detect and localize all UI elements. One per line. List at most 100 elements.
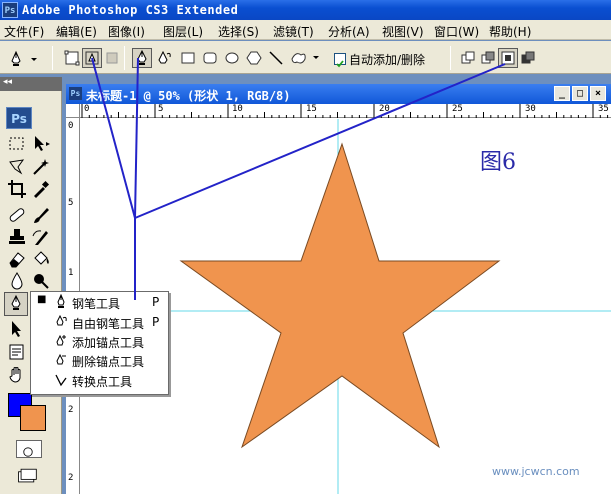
eraser-tool[interactable] [6,248,28,270]
fill-pixels-icon [106,52,118,64]
checkmark-icon [336,60,344,68]
custom-shape-option[interactable] [288,48,322,68]
brush-icon [34,208,49,223]
menu-layer[interactable]: 图层(L) [163,23,203,40]
arrow-icon [12,321,21,337]
lasso-icon [9,159,25,175]
history-brush-tool[interactable] [30,226,52,248]
rectangle-icon [181,52,195,64]
hand-tool[interactable] [6,364,28,386]
toolbox-header[interactable]: ◂◂ [0,77,62,91]
flyout-item-pen[interactable]: ■ 钢笔工具 P [31,293,168,311]
quick-mask-button[interactable] [16,440,42,458]
paint-bucket-tool[interactable] [30,248,52,270]
ellipse-option[interactable] [222,48,242,68]
menu-filter[interactable]: 滤镜(T) [273,23,314,40]
clone-stamp-tool[interactable] [6,226,28,248]
move-tool[interactable] [30,133,52,155]
document-icon: Ps [69,87,82,100]
ruler-origin[interactable] [66,104,80,118]
figure-label: 图6 [480,150,516,175]
rectangle-shape-option[interactable] [178,48,198,68]
shortcut-key: P [152,295,160,309]
flyout-item-add-anchor[interactable]: 添加锚点工具 [31,332,168,350]
crop-icon [8,180,26,198]
magic-wand-tool[interactable] [30,156,52,178]
crop-tool[interactable] [6,178,28,200]
ruler-v-label: 2 [68,473,74,483]
tool-preset-picker[interactable] [6,48,40,68]
close-button[interactable]: × [590,86,606,101]
add-to-shape-area-button[interactable] [458,48,478,68]
shape-layers-icon [64,50,80,66]
custom-shape-icon [291,53,319,64]
menu-view[interactable]: 视图(V) [382,23,424,40]
menu-select[interactable]: 选择(S) [218,23,259,40]
menu-image[interactable]: 图像(I) [108,23,145,40]
flyout-item-label: 钢笔工具 [72,297,121,311]
eyedropper-tool[interactable] [30,178,52,200]
subtract-shape-area-button[interactable] [478,48,498,68]
menu-file[interactable]: 文件(F) [4,23,44,40]
menu-window[interactable]: 窗口(W) [434,23,479,40]
subtract-shape-icon [481,51,495,64]
shape-layers-button[interactable] [62,48,82,68]
rounded-rectangle-icon [203,52,217,64]
hand-icon [9,367,21,383]
flyout-item-label: 添加锚点工具 [72,336,145,350]
magic-wand-icon [33,159,49,175]
delete-anchor-point-icon [56,353,66,365]
freeform-pen-option[interactable] [154,48,174,68]
ruler-h-label: 25 [452,104,463,114]
paths-button[interactable] [82,48,102,68]
maximize-button[interactable]: □ [572,86,588,101]
collapse-icon[interactable]: ◂◂ [3,77,12,87]
rounded-rectangle-option[interactable] [200,48,220,68]
fill-pixels-button[interactable] [102,48,122,68]
flyout-item-convert-point[interactable]: 转换点工具 [31,371,168,389]
horizontal-ruler[interactable]: 0 5 10 15 20 25 30 35 [80,104,611,118]
history-brush-icon [32,230,48,245]
pen-tool[interactable] [4,292,28,316]
document-title-bar[interactable]: Ps 未标题-1 @ 50% (形状 1, RGB/8) _ □ × [66,84,611,104]
polygon-option[interactable] [244,48,264,68]
pen-preset-icon [11,50,37,66]
flyout-item-delete-anchor[interactable]: 删除锚点工具 [31,351,168,369]
ruler-h-label: 35 [598,104,609,114]
marquee-tool[interactable] [6,133,28,155]
intersect-shape-area-button[interactable] [498,48,518,68]
line-option[interactable] [266,48,286,68]
ellipse-icon [225,52,239,64]
minimize-button[interactable]: _ [554,86,570,101]
menu-edit[interactable]: 编辑(E) [56,23,97,40]
auto-add-delete-checkbox[interactable] [334,53,346,68]
freeform-pen-icon [56,314,67,326]
app-badge-icon: Ps [2,2,18,18]
menu-help[interactable]: 帮助(H) [489,23,531,40]
flyout-item-freeform-pen[interactable]: 自由钢笔工具 P [31,313,168,331]
toolbox: ◂◂ Ps [0,77,62,494]
intersect-shape-icon [501,51,515,65]
auto-add-delete-label: 自动添加/删除 [349,53,426,67]
dodge-tool[interactable] [30,270,52,292]
screen-mode-icon [18,468,37,483]
ruler-v-label: 0 [68,121,74,131]
star-shape[interactable] [179,142,501,449]
path-selection-tool[interactable] [6,318,28,340]
ruler-v-label: 1 [68,268,74,278]
exclude-overlap-button[interactable] [518,48,538,68]
blur-tool[interactable] [6,270,28,292]
menu-analysis[interactable]: 分析(A) [328,23,370,40]
ruler-v-label: 5 [68,198,74,208]
water-drop-icon [11,272,23,290]
screen-mode-button[interactable] [16,465,42,485]
notes-tool[interactable] [6,341,28,363]
ps-logo[interactable]: Ps [6,107,32,129]
lasso-tool[interactable] [6,156,28,178]
brush-tool[interactable] [30,204,52,226]
add-shape-icon [461,51,475,64]
pen-tool-option[interactable] [132,48,152,68]
healing-brush-tool[interactable] [6,204,28,226]
background-color-swatch[interactable] [20,405,46,431]
document-title: 未标题-1 @ 50% (形状 1, RGB/8) [86,89,291,103]
